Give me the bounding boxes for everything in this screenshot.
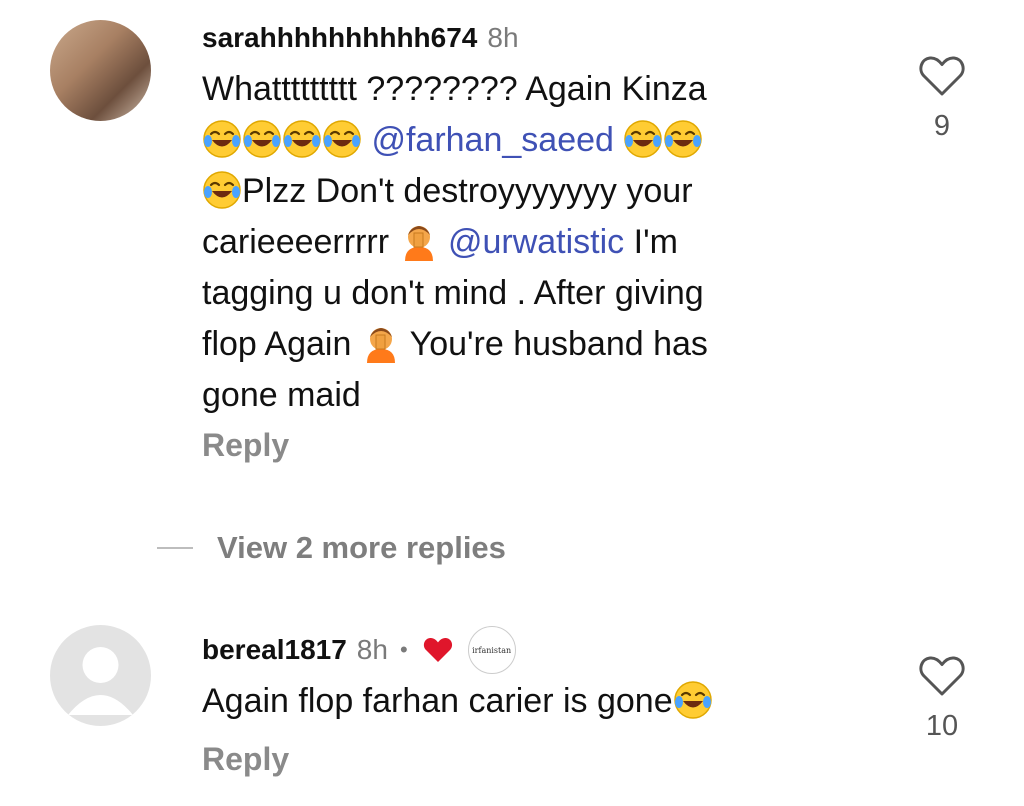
laughing-emoji-icon bbox=[242, 119, 282, 159]
timestamp: 8h bbox=[487, 22, 519, 53]
comment-text-line: carieeeerrrrr bbox=[202, 223, 390, 261]
comment-text: Whattttttttt ???????? Again Kinza @farha… bbox=[202, 64, 852, 421]
comment-text-line: flop Again bbox=[202, 325, 352, 363]
comment-text-line: gone maid bbox=[202, 376, 361, 414]
watermark-badge: irfanistan bbox=[467, 626, 516, 674]
comment-body: sarahhhhhhhhhh674 8h Whattttttttt ??????… bbox=[202, 18, 852, 464]
like-count: 9 bbox=[933, 110, 951, 142]
like-button[interactable]: 9 bbox=[912, 55, 972, 143]
username[interactable]: bereal1817 bbox=[202, 634, 347, 666]
view-more-replies[interactable]: View 2 more replies bbox=[157, 530, 506, 566]
mention-link[interactable]: @urwatistic bbox=[448, 223, 624, 261]
laughing-emoji-icon bbox=[282, 119, 322, 159]
comment-meta: sarahhhhhhhhhh674 8h bbox=[202, 18, 852, 58]
comment-text-line: I'm bbox=[633, 223, 678, 261]
comment-text-line: Plzz Don't destroyyyyyyy your bbox=[242, 172, 693, 210]
laughing-emoji-icon bbox=[202, 119, 242, 159]
comment-text-line: Whattttttttt ???????? Again Kinza bbox=[202, 70, 707, 108]
laughing-emoji-icon bbox=[663, 119, 703, 159]
laughing-emoji-icon bbox=[202, 170, 242, 210]
comment-text-line: tagging u don't mind . After giving bbox=[202, 274, 704, 312]
heart-outline-icon[interactable] bbox=[919, 55, 965, 97]
reply-button[interactable]: Reply bbox=[202, 427, 852, 464]
facepalm-emoji-icon bbox=[361, 323, 401, 363]
facepalm-emoji-icon bbox=[399, 221, 439, 261]
view-more-label[interactable]: View 2 more replies bbox=[217, 530, 506, 566]
like-count: 10 bbox=[925, 710, 959, 742]
username[interactable]: sarahhhhhhhhhh674 bbox=[202, 22, 477, 54]
comment-text-line: Again flop farhan carier is gone bbox=[202, 682, 673, 720]
timestamp: 8h bbox=[356, 634, 388, 665]
laughing-emoji-icon bbox=[673, 680, 713, 720]
comment-body: bereal1817 8h • irfanistan Again flop fa… bbox=[202, 626, 852, 778]
avatar[interactable] bbox=[50, 20, 151, 121]
comment-text-line: You're husband has bbox=[409, 325, 708, 363]
laughing-emoji-icon bbox=[322, 119, 362, 159]
reply-button[interactable]: Reply bbox=[202, 741, 852, 778]
like-button[interactable]: 10 bbox=[912, 655, 972, 743]
comment-meta: bereal1817 8h • irfanistan bbox=[202, 626, 852, 674]
avatar[interactable] bbox=[50, 625, 151, 726]
laughing-emoji-icon bbox=[623, 119, 663, 159]
mention-link[interactable]: @farhan_saeed bbox=[371, 121, 613, 159]
comment-text: Again flop farhan carier is gone bbox=[202, 676, 852, 727]
heart-outline-icon[interactable] bbox=[919, 655, 965, 697]
meta-separator: • bbox=[399, 637, 408, 662]
default-avatar-icon bbox=[68, 647, 133, 715]
divider bbox=[157, 547, 193, 549]
red-heart-icon bbox=[423, 637, 452, 662]
